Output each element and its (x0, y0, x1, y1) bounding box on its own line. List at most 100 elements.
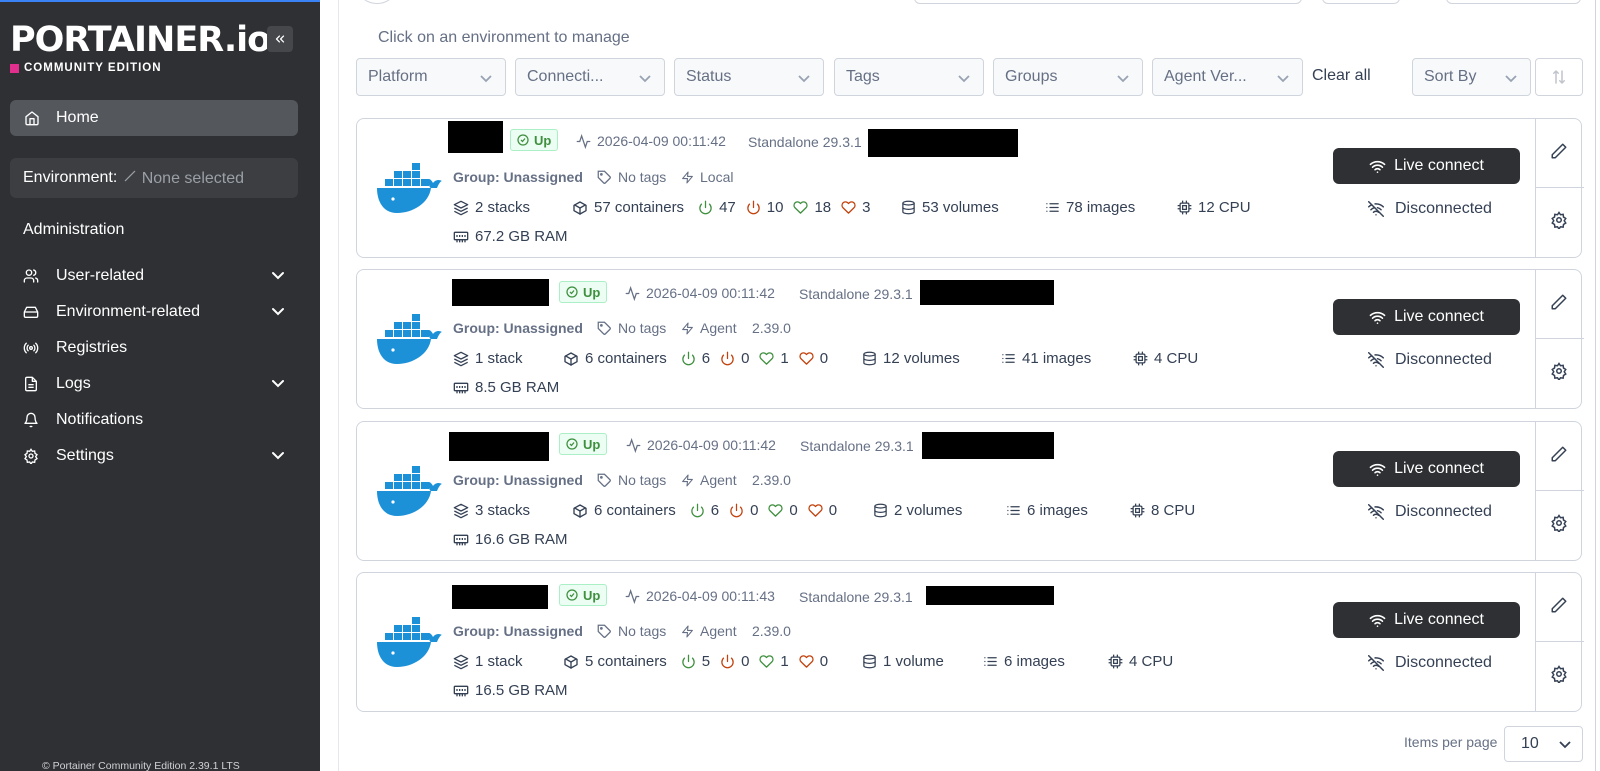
filter-status[interactable]: Status (674, 58, 824, 96)
gear-icon[interactable] (1550, 362, 1568, 380)
logo-text: PORTAINER.io (10, 20, 271, 60)
administration-heading: Administration (23, 221, 125, 238)
power-running-icon (682, 351, 695, 366)
agent-version-text: 2.39.0 (752, 623, 791, 639)
wifi-icon (1369, 463, 1386, 476)
filter-platform[interactable]: Platform (356, 58, 506, 96)
environment-value: None selected (141, 169, 245, 187)
edit-icon[interactable] (1550, 596, 1568, 614)
manage-hint: Click on an environment to manage (378, 29, 630, 46)
clear-all-button[interactable]: Clear all (1312, 67, 1371, 85)
portainer-logo[interactable]: PORTAINER.io COMMUNITY EDITION (10, 20, 271, 74)
stopped-count: 0 (750, 502, 759, 519)
status-text: Up (534, 132, 552, 148)
bell-icon (24, 412, 38, 428)
env-type-text: Agent (700, 472, 737, 488)
radio-icon (23, 342, 39, 354)
database-icon (902, 200, 915, 215)
environment-selector[interactable]: Environment: None selected (10, 158, 298, 198)
stacks-text: 1 stack (475, 350, 523, 367)
power-stopped-icon (730, 503, 743, 518)
cpu-icon (1133, 351, 1148, 366)
status-badge: Up (510, 129, 559, 151)
cpu-count: 4 CPU (1133, 350, 1198, 367)
stacks-count: 2 stacks (453, 199, 530, 216)
toolbar-button-fragment[interactable] (1446, 0, 1581, 4)
filter-tags[interactable]: Tags (834, 58, 984, 96)
check-circle-icon (566, 438, 578, 450)
zap-icon (682, 171, 693, 183)
healthy-count: 0 (789, 502, 798, 519)
edit-icon[interactable] (1550, 293, 1568, 311)
sidebar-item-settings[interactable]: Settings (23, 444, 285, 468)
environment-card[interactable]: Up 2026-04-09 00:11:42 Standalone 29.3.1… (356, 269, 1584, 409)
unhealthy-count: 0 (819, 653, 829, 670)
redacted-name (448, 121, 503, 153)
filter-connection[interactable]: Connecti... (515, 58, 665, 96)
docker-version: Standalone 29.3.1 (748, 134, 862, 150)
sidebar-item-label: User-related (56, 267, 145, 284)
agent-version: 2.39.0 (752, 623, 791, 639)
filter-label: Agent Ver... (1164, 68, 1247, 85)
toolbar-button-fragment[interactable] (1322, 0, 1400, 4)
healthy-count: 1 (780, 350, 789, 367)
environment-card[interactable]: Up 2026-04-09 00:11:42 Standalone 29.3.1… (356, 421, 1584, 561)
group-label: Group: Unassigned (453, 169, 583, 185)
heart-unhealthy-icon (799, 655, 814, 668)
filter-label: Tags (846, 68, 880, 85)
sidebar-item-notifications[interactable]: Notifications (23, 408, 285, 432)
env-type: Agent (681, 320, 737, 336)
sidebar-item-user-related[interactable]: User-related (23, 264, 285, 288)
redacted-url (926, 586, 1054, 605)
gear-icon[interactable] (1550, 665, 1568, 683)
gear-icon[interactable] (1550, 211, 1568, 229)
live-connect-button[interactable]: Live connect (1333, 148, 1520, 184)
gear-icon[interactable] (1550, 514, 1568, 532)
sidebar-item-registries[interactable]: Registries (23, 336, 285, 360)
live-connect-button[interactable]: Live connect (1333, 299, 1520, 335)
search-input-fragment[interactable] (914, 0, 1302, 4)
database-icon (863, 654, 876, 669)
live-connect-button[interactable]: Live connect (1333, 451, 1520, 487)
collapse-sidebar-button[interactable] (267, 26, 293, 52)
sort-by-select[interactable]: Sort By (1412, 58, 1531, 96)
sidebar-item-home[interactable]: Home (10, 100, 298, 136)
sort-direction-button[interactable] (1535, 58, 1583, 96)
sidebar-item-logs[interactable]: Logs (23, 372, 285, 396)
heart-healthy-icon (793, 201, 809, 214)
card-actions (1535, 572, 1584, 712)
ram-text: 67.2 GB RAM (475, 228, 568, 245)
filter-agent-version[interactable]: Agent Ver... (1152, 58, 1303, 96)
activity-icon (625, 588, 640, 604)
environment-card[interactable]: Up 2026-04-09 00:11:43 Standalone 29.3.1… (356, 572, 1584, 712)
images-count: 78 images (1045, 199, 1135, 216)
agent-version-text: 2.39.0 (752, 320, 791, 336)
items-per-page-select[interactable]: 10 (1504, 726, 1583, 762)
filter-groups[interactable]: Groups (993, 58, 1143, 96)
group-label: Group: Unassigned (453, 320, 583, 336)
cpu-text: 4 CPU (1129, 653, 1174, 670)
box-icon (564, 654, 578, 669)
group-label: Group: Unassigned (453, 472, 583, 488)
cpu-icon (1108, 654, 1123, 669)
power-stopped-icon (721, 351, 734, 366)
edit-icon[interactable] (1550, 445, 1568, 463)
chevron-down-icon (272, 308, 284, 316)
heart-unhealthy-icon (808, 504, 823, 517)
edit-icon[interactable] (1550, 142, 1568, 160)
chevron-down-icon (480, 75, 492, 83)
card-actions (1535, 421, 1584, 561)
live-connect-button[interactable]: Live connect (1333, 602, 1520, 638)
sidebar-item-environment-related[interactable]: Environment-related (23, 300, 285, 324)
actions-divider (1536, 187, 1584, 188)
tag-icon (597, 473, 611, 487)
memory-icon (453, 382, 469, 393)
docker-icon (377, 314, 442, 364)
disconnected-label: Disconnected (1395, 200, 1492, 217)
chevron-down-icon (958, 75, 970, 83)
environment-card[interactable]: Up 2026-04-09 00:11:42 Standalone 29.3.1… (356, 118, 1584, 258)
zap-icon (682, 625, 693, 637)
wifi-off-icon (1368, 655, 1384, 671)
layers-icon (453, 351, 469, 366)
list-icon (984, 657, 997, 666)
